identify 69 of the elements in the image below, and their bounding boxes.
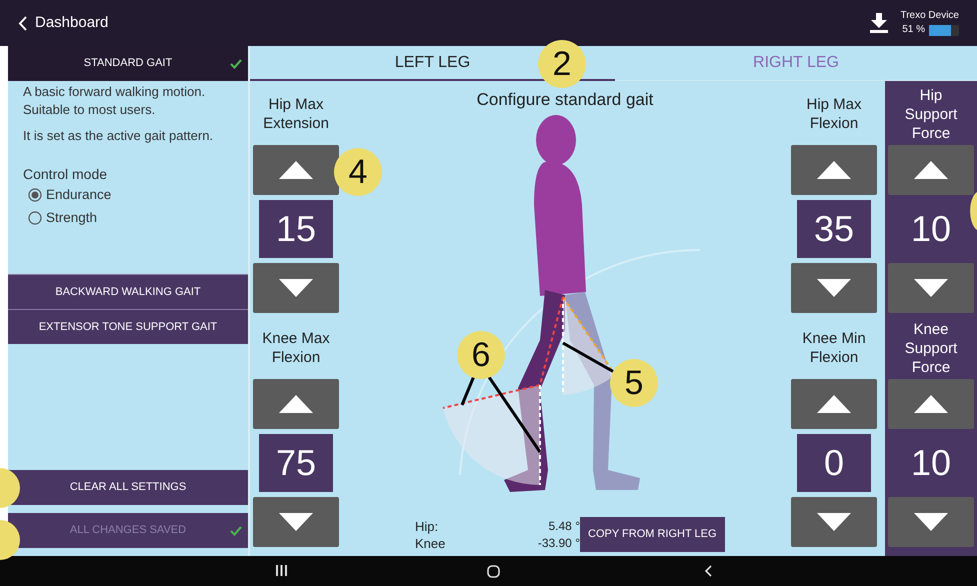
stepper-value: 10	[910, 207, 952, 251]
check-icon	[230, 526, 242, 536]
increase-button[interactable]	[888, 379, 974, 429]
increase-button[interactable]	[791, 145, 877, 195]
up-triangle-icon	[817, 395, 851, 413]
check-icon	[230, 59, 242, 69]
gait-description: It is set as the active gait pattern.	[23, 127, 214, 145]
up-triangle-icon	[817, 161, 851, 179]
gait-description: A basic forward walking motion. Suitable to most users.	[23, 83, 206, 119]
stepper-label: Knee Min Flexion	[801, 329, 867, 368]
gait-tab[interactable]: STANDARD GAIT	[8, 46, 248, 81]
leader-line	[562, 342, 615, 374]
back-label[interactable]: Dashboard	[35, 12, 108, 34]
stepper-label: Knee Support Force	[904, 320, 958, 377]
stepper-value: 10	[910, 441, 952, 485]
stepper-label: Hip Max Extension	[262, 95, 330, 134]
decrease-button[interactable]	[253, 497, 339, 547]
stepper-value: 0	[797, 434, 871, 492]
decrease-button[interactable]	[888, 263, 974, 313]
down-triangle-icon	[914, 279, 948, 297]
download-icon[interactable]	[870, 13, 888, 33]
stepper-value: 75	[259, 434, 333, 492]
device-name: Trexo Device	[900, 10, 959, 20]
up-triangle-icon	[279, 395, 313, 413]
decrease-button[interactable]	[791, 263, 877, 313]
increase-button[interactable]	[888, 145, 974, 195]
increase-button[interactable]	[253, 145, 339, 195]
decrease-button[interactable]	[888, 497, 974, 547]
decrease-button[interactable]	[253, 263, 339, 313]
gait-tab[interactable]: BACKWARD WALKING GAIT	[8, 274, 248, 309]
stepper-label: Hip Max Flexion	[805, 95, 862, 134]
callout-marker	[970, 192, 977, 230]
up-triangle-icon	[279, 161, 313, 179]
down-triangle-icon	[279, 279, 313, 297]
angle-value: -33.90 °	[536, 534, 580, 552]
angle-value: 5.48 °	[548, 518, 580, 534]
down-triangle-icon	[279, 513, 313, 531]
radio-label[interactable]: Endurance	[46, 186, 112, 204]
stepper-label: Hip Support Force	[904, 86, 958, 143]
battery-percent: 51 %	[902, 25, 925, 35]
radio-label[interactable]: Strength	[46, 208, 98, 226]
radio-button[interactable]	[28, 210, 42, 224]
recent-apps-icon[interactable]	[276, 564, 287, 576]
angle-label: Hip:	[415, 518, 440, 534]
callout-marker	[0, 468, 20, 508]
down-triangle-icon	[817, 513, 851, 531]
leader-line	[460, 375, 476, 406]
increase-button[interactable]	[791, 379, 877, 429]
angle-label: Knee	[415, 534, 446, 552]
battery-icon	[929, 24, 959, 36]
stepper-value: 35	[797, 200, 871, 258]
radio-button[interactable]	[28, 188, 42, 202]
back-nav-icon[interactable]	[704, 565, 712, 577]
increase-button[interactable]	[253, 379, 339, 429]
control-mode-label: Control mode	[23, 165, 108, 183]
home-icon[interactable]	[487, 564, 500, 578]
stepper-label: Knee Max Flexion	[261, 329, 331, 368]
up-triangle-icon	[914, 395, 948, 413]
stepper-value: 15	[259, 200, 333, 258]
down-triangle-icon	[817, 279, 851, 297]
down-triangle-icon	[914, 513, 948, 531]
copy-button[interactable]: COPY FROM RIGHT LEG	[580, 517, 725, 552]
up-triangle-icon	[914, 161, 948, 179]
decrease-button[interactable]	[791, 497, 877, 547]
action-button[interactable]: CLEAR ALL SETTINGS	[8, 470, 248, 505]
callout-marker	[0, 520, 20, 560]
gait-tab[interactable]: EXTENSOR TONE SUPPORT GAIT	[8, 309, 248, 344]
page-title: Configure standard gait	[476, 88, 654, 111]
back-icon[interactable]	[18, 16, 27, 30]
